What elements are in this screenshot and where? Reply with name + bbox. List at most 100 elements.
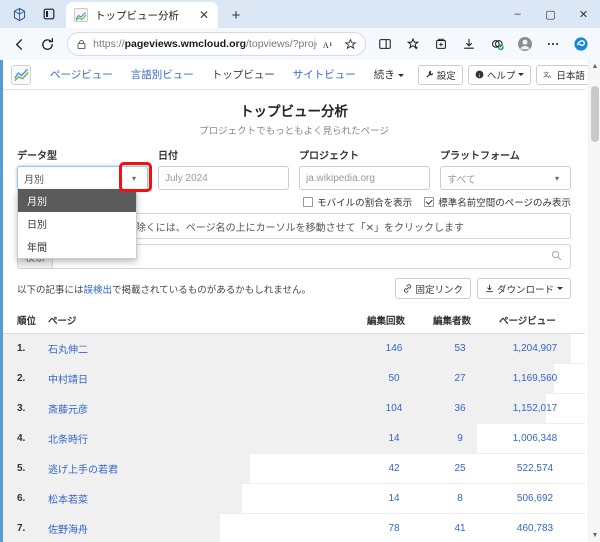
- tab-close-icon[interactable]: ✕: [196, 7, 212, 23]
- header-page[interactable]: ページ: [42, 309, 361, 334]
- cell-pageviews-text[interactable]: 1,006,348: [513, 433, 558, 444]
- new-tab-button[interactable]: +: [223, 2, 249, 28]
- settings-button[interactable]: 設定: [417, 64, 463, 85]
- cell-editors-text[interactable]: 9: [457, 433, 463, 444]
- page-link[interactable]: 佐野海舟: [48, 525, 88, 536]
- cell-page-text[interactable]: 石丸伸二: [48, 345, 88, 356]
- download-button[interactable]: ダウンロード: [476, 278, 571, 299]
- add-favorite-icon[interactable]: [400, 31, 426, 57]
- cell-edits-text[interactable]: 104: [386, 403, 403, 414]
- header-edits[interactable]: 編集回数: [361, 309, 427, 334]
- dropdown-option-yearly[interactable]: 年間: [18, 235, 136, 258]
- cell-page-text[interactable]: 中村靖日: [48, 375, 88, 386]
- nav-link-topviews[interactable]: トップビュー: [203, 67, 284, 82]
- cell-editors-text[interactable]: 8: [457, 493, 463, 504]
- page-link[interactable]: 石丸伸二: [48, 345, 88, 356]
- cell-pageviews-text[interactable]: 1,169,560: [513, 373, 558, 384]
- copilot-sidebar-icon[interactable]: [568, 31, 594, 57]
- read-aloud-icon[interactable]: A: [317, 33, 339, 55]
- cell-pageviews-text[interactable]: 506,692: [517, 493, 553, 504]
- cell-page-text[interactable]: 斎藤元彦: [48, 405, 88, 416]
- address-bar[interactable]: https://pageviews.wmcloud.org/topviews/?…: [67, 32, 366, 56]
- cell-pageviews-text[interactable]: 522,574: [517, 463, 553, 474]
- project-input[interactable]: ja.wikipedia.org: [299, 166, 430, 190]
- page-link[interactable]: 北条時行: [48, 435, 88, 446]
- minimize-button[interactable]: –: [501, 0, 534, 28]
- table-row[interactable]: 6. 松本若菜 14 8 506,692: [3, 483, 585, 514]
- date-input[interactable]: July 2024: [158, 166, 289, 190]
- cell-pageviews-text[interactable]: 460,783: [517, 523, 553, 534]
- tab-actions-icon[interactable]: [36, 2, 62, 26]
- chevron-down-icon[interactable]: ▾: [127, 174, 141, 183]
- page-link[interactable]: 逃げ上手の若君: [48, 465, 118, 476]
- cell-page-text[interactable]: 松本若菜: [48, 495, 88, 506]
- dropdown-option-daily[interactable]: 日別: [18, 212, 136, 235]
- browser-tab[interactable]: トップビュー分析 ✕: [66, 2, 218, 28]
- cell-editors-text[interactable]: 53: [454, 343, 465, 354]
- collections-icon[interactable]: [428, 31, 454, 57]
- datatype-select[interactable]: 月別 ▾: [17, 166, 148, 190]
- settings-more-icon[interactable]: [540, 31, 566, 57]
- header-pageviews[interactable]: ページビュー: [493, 309, 585, 334]
- cell-editors: 53: [427, 333, 493, 364]
- table-row[interactable]: 7. 佐野海舟 78 41 460,783: [3, 513, 585, 542]
- header-editors[interactable]: 編集者数: [427, 309, 493, 334]
- cell-page-text[interactable]: 佐野海舟: [48, 525, 88, 536]
- table-row[interactable]: 4. 北条時行 14 9 1,006,348: [3, 423, 585, 454]
- cell-page-text[interactable]: 逃げ上手の若君: [48, 465, 118, 476]
- header-rank[interactable]: 順位: [3, 309, 43, 334]
- cell-editors-text[interactable]: 36: [454, 403, 465, 414]
- downloads-icon[interactable]: [456, 31, 482, 57]
- checkbox-show-mobile[interactable]: モバイルの割合を表示: [303, 195, 412, 209]
- cell-edits-text[interactable]: 14: [388, 433, 399, 444]
- table-head: 順位 ページ 編集回数 編集者数 ページビュー: [3, 309, 585, 334]
- cell-page-text[interactable]: 北条時行: [48, 435, 88, 446]
- filter-form-row: データ型 月別 ▾ 月別 日別 年間 日付 July 2024 プロジェクト j…: [3, 141, 585, 259]
- page-link[interactable]: 松本若菜: [48, 495, 88, 506]
- dropdown-option-monthly[interactable]: 月別: [18, 189, 136, 212]
- pageviews-logo-icon[interactable]: [11, 64, 31, 85]
- chevron-down-icon[interactable]: ▾: [550, 174, 564, 183]
- checkbox-box[interactable]: [303, 197, 314, 207]
- checkbox-box-checked[interactable]: [424, 197, 435, 207]
- cell-edits-text[interactable]: 42: [388, 463, 399, 474]
- split-screen-icon[interactable]: [372, 31, 398, 57]
- back-arrow-icon[interactable]: [6, 31, 33, 57]
- help-button[interactable]: i ヘルプ: [467, 64, 532, 85]
- checkbox-mainspace-only[interactable]: 標準名前空間のページのみ表示: [424, 195, 571, 209]
- table-row[interactable]: 5. 逃げ上手の若君 42 25 522,574: [3, 453, 585, 484]
- favorite-star-icon[interactable]: [339, 33, 361, 55]
- nav-link-siteviews[interactable]: サイトビュー: [284, 67, 365, 82]
- nav-link-langviews[interactable]: 言語別ビュー: [122, 67, 203, 82]
- cell-edits-text[interactable]: 50: [388, 373, 399, 384]
- datatype-dropdown-menu[interactable]: 月別 日別 年間: [17, 189, 137, 259]
- page-scrollbar[interactable]: ▲ ▼: [588, 60, 600, 542]
- permalink-button[interactable]: 固定リンク: [395, 278, 471, 299]
- maximize-button[interactable]: ▢: [534, 0, 567, 28]
- platform-select[interactable]: すべて ▾: [440, 166, 571, 190]
- close-window-button[interactable]: ✕: [567, 0, 600, 28]
- copilot-icon[interactable]: [6, 2, 32, 26]
- page-link[interactable]: 斎藤元彦: [48, 405, 88, 416]
- page-link[interactable]: 中村靖日: [48, 375, 88, 386]
- cell-edits-text[interactable]: 146: [386, 343, 403, 354]
- cell-edits-text[interactable]: 78: [388, 523, 399, 534]
- table-row[interactable]: 2. 中村靖日 50 27 1,169,560: [3, 363, 585, 394]
- false-positive-link[interactable]: 誤検出: [84, 285, 113, 296]
- scroll-up-arrow-icon[interactable]: ▲: [589, 60, 600, 73]
- scroll-down-arrow-icon[interactable]: ▼: [589, 529, 600, 542]
- nav-link-more[interactable]: 続き: [365, 67, 413, 82]
- scrollbar-thumb[interactable]: [591, 86, 599, 142]
- cell-editors-text[interactable]: 27: [454, 373, 465, 384]
- nav-link-pageviews[interactable]: ページビュー: [41, 67, 122, 82]
- profile-avatar-icon[interactable]: [512, 31, 538, 57]
- cell-pageviews-text[interactable]: 1,204,907: [513, 343, 558, 354]
- refresh-arrow-icon[interactable]: [35, 31, 62, 57]
- cell-edits-text[interactable]: 14: [388, 493, 399, 504]
- browser-essentials-icon[interactable]: [484, 31, 510, 57]
- cell-pageviews-text[interactable]: 1,152,017: [513, 403, 558, 414]
- cell-editors-text[interactable]: 41: [454, 523, 465, 534]
- cell-editors-text[interactable]: 25: [454, 463, 465, 474]
- table-row[interactable]: 1. 石丸伸二 146 53 1,204,907: [3, 333, 585, 364]
- table-row[interactable]: 3. 斎藤元彦 104 36 1,152,017: [3, 393, 585, 424]
